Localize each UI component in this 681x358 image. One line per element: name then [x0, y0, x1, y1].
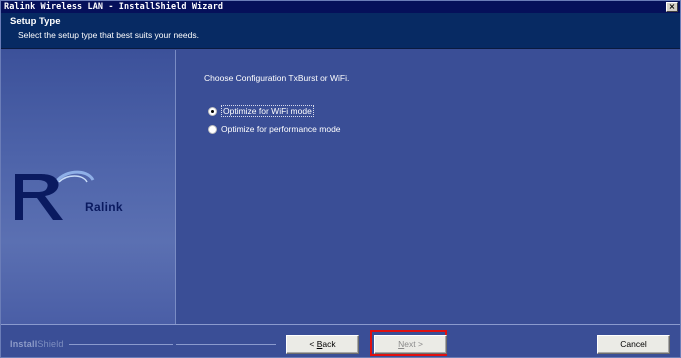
option-performance-mode-label[interactable]: Optimize for performance mode	[221, 124, 341, 134]
side-banner: Ralink	[1, 50, 176, 324]
close-icon: ×	[668, 2, 676, 11]
wizard-header: Setup Type Select the setup type that be…	[1, 13, 680, 49]
logo-wordmark: Ralink	[85, 200, 123, 214]
config-prompt: Choose Configuration TxBurst or WiFi.	[204, 73, 350, 83]
wizard-footer: InstallShield < Back Next > Cancel	[1, 324, 680, 357]
setup-type-panel: Choose Configuration TxBurst or WiFi. Op…	[177, 50, 680, 324]
footer-divider-2	[176, 344, 276, 345]
next-button[interactable]: Next >	[374, 335, 447, 354]
option-wifi-mode-label[interactable]: Optimize for WiFi mode	[221, 105, 314, 117]
back-button[interactable]: < Back	[286, 335, 359, 354]
cancel-button[interactable]: Cancel	[597, 335, 670, 354]
page-subtitle: Select the setup type that best suits yo…	[18, 30, 199, 40]
radio-selected-icon[interactable]	[208, 106, 217, 116]
option-wifi-mode[interactable]: Optimize for WiFi mode	[208, 105, 314, 117]
option-performance-mode[interactable]: Optimize for performance mode	[208, 124, 341, 134]
footer-divider	[69, 344, 173, 345]
title-bar: Ralink Wireless LAN - InstallShield Wiza…	[1, 1, 680, 13]
next-rest: ext	[404, 339, 416, 349]
back-prefix: <	[309, 339, 317, 349]
radio-unselected-icon[interactable]	[208, 124, 217, 134]
window-title: Ralink Wireless LAN - InstallShield Wiza…	[4, 2, 224, 12]
installshield-brand: InstallShield	[10, 339, 64, 349]
brand-install: Install	[10, 339, 38, 349]
back-rest: ack	[322, 339, 336, 349]
next-suffix: >	[415, 339, 423, 349]
installer-window: Ralink Wireless LAN - InstallShield Wiza…	[0, 0, 681, 358]
brand-shield: Shield	[37, 339, 64, 349]
close-button[interactable]: ×	[666, 2, 678, 12]
page-title: Setup Type	[10, 16, 61, 27]
